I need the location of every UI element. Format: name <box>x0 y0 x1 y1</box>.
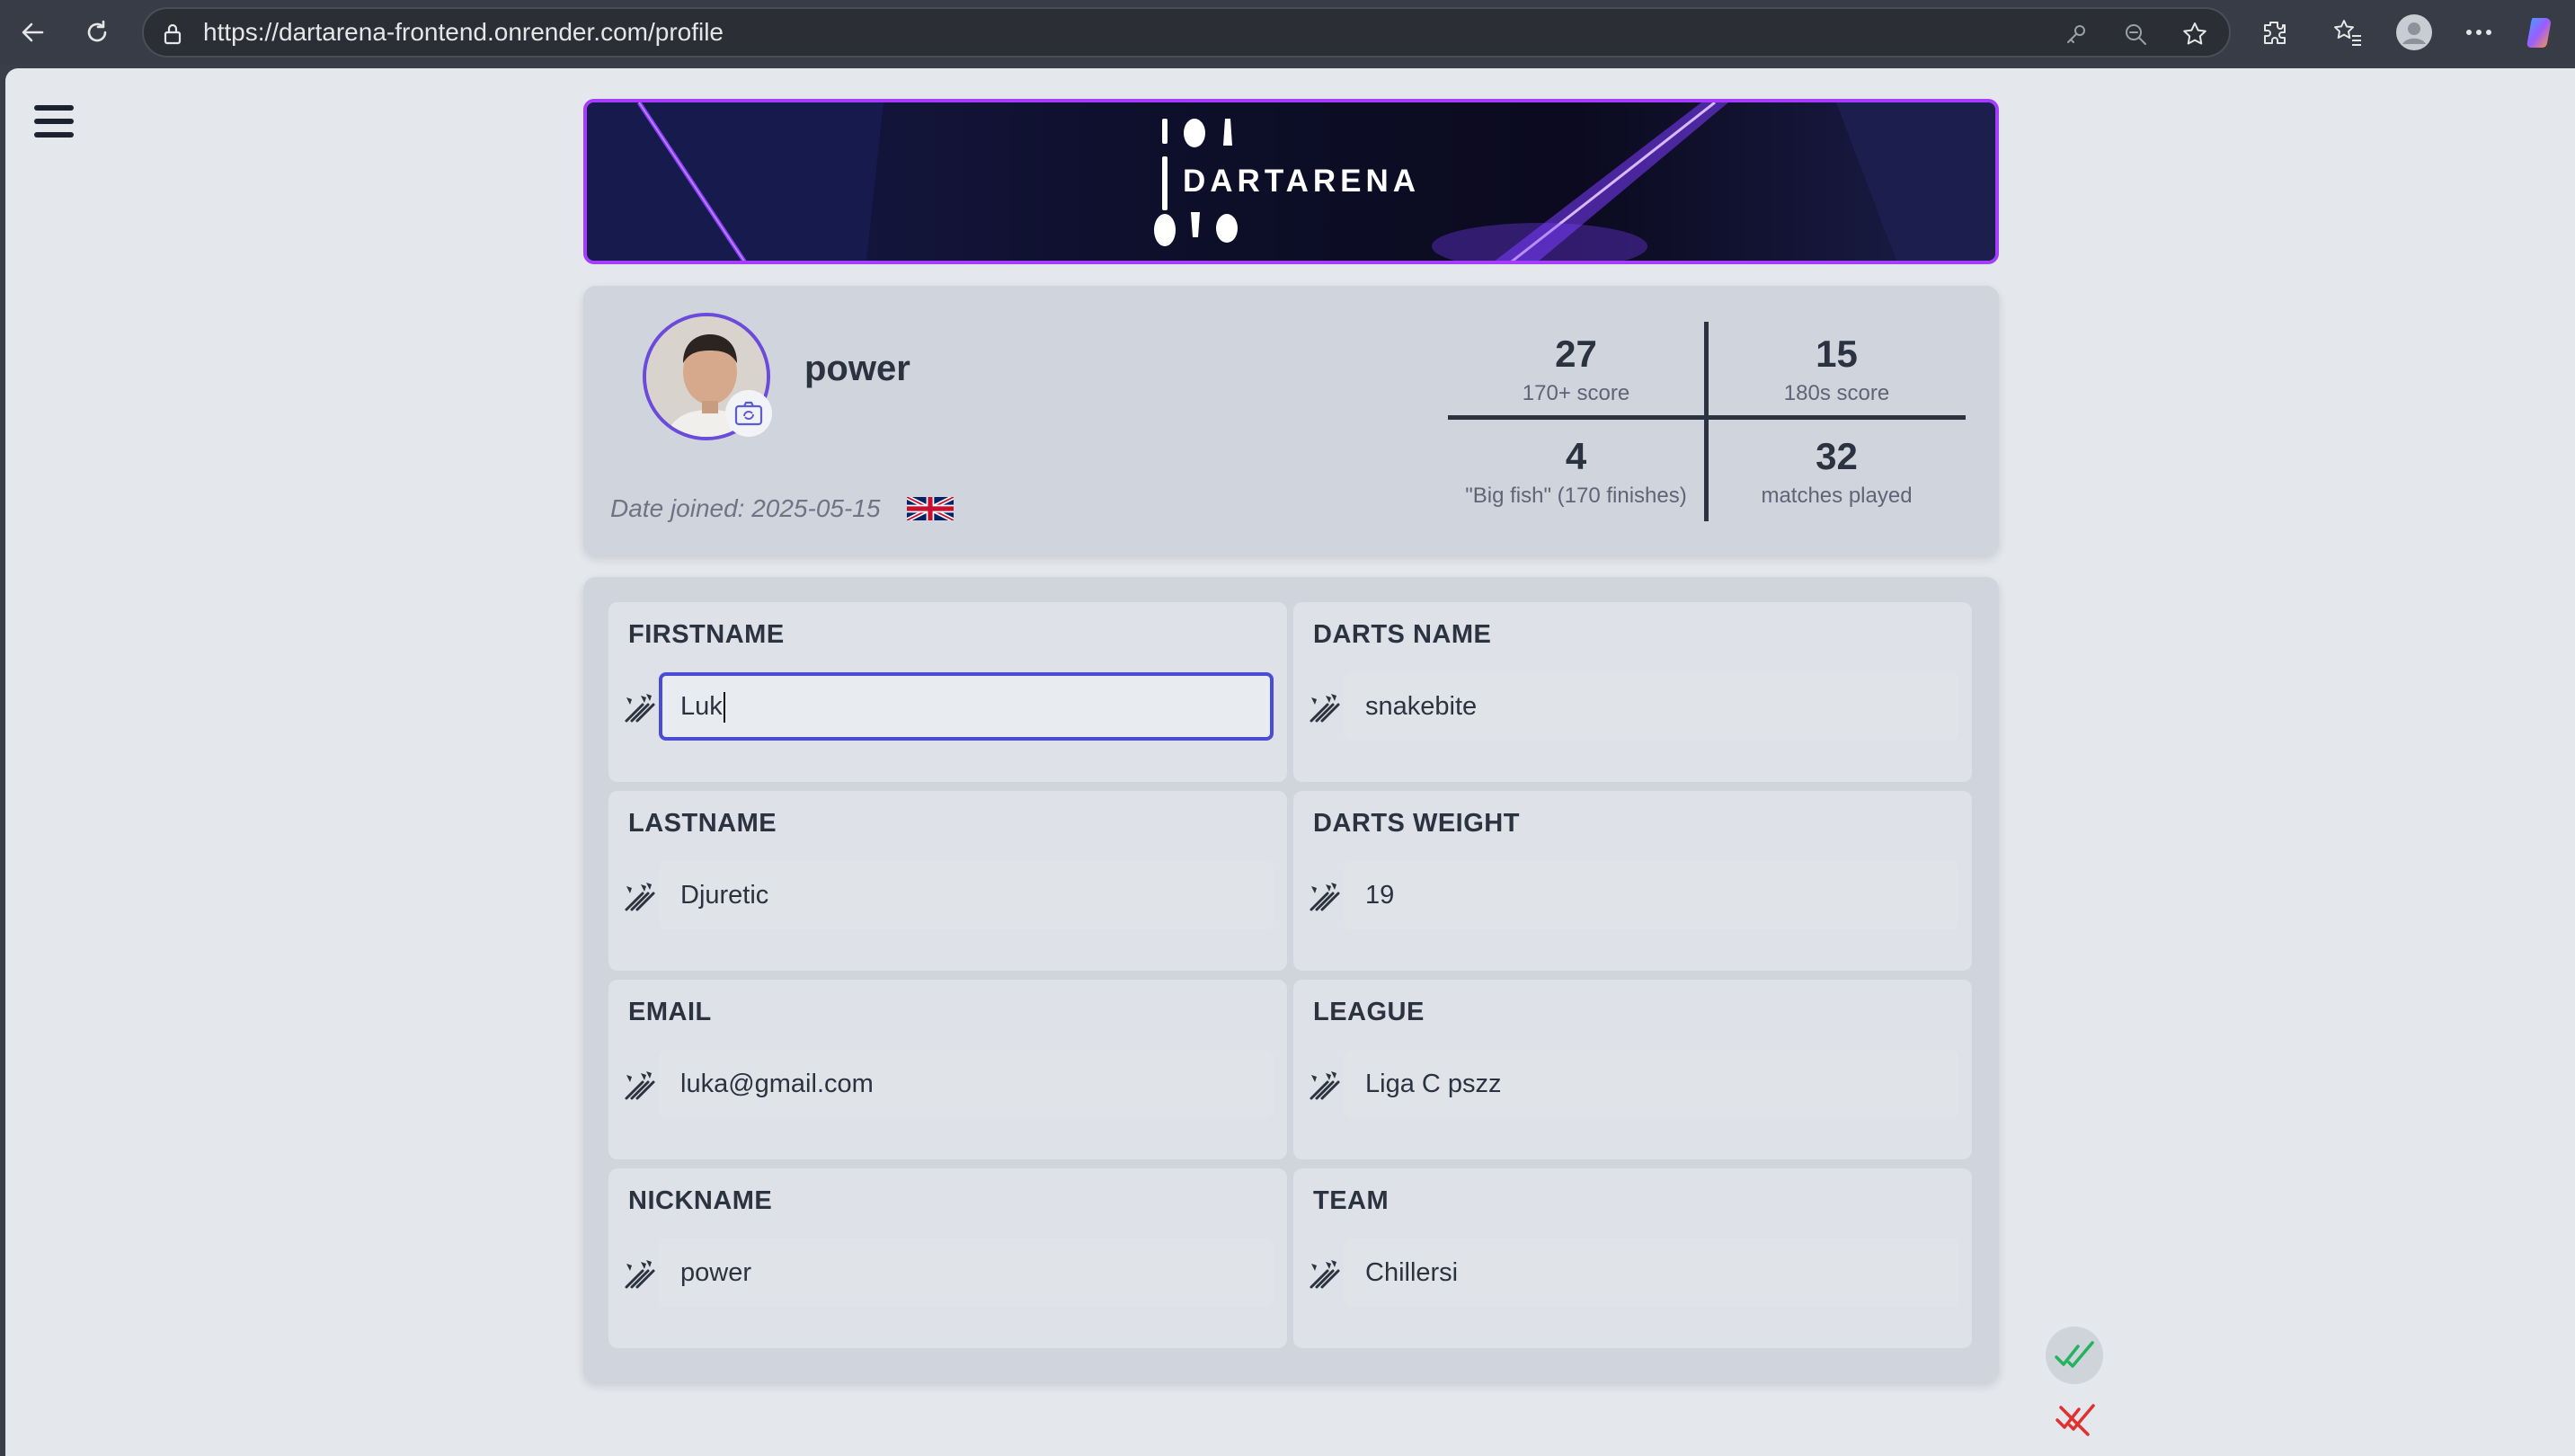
stat-label: matches played <box>1761 484 1913 508</box>
key-icon[interactable] <box>2060 18 2092 50</box>
menu-icon[interactable] <box>34 95 86 147</box>
stat-value: 27 <box>1555 333 1597 375</box>
page-content: DARTARENA power Date joined: 2025-05-15 <box>5 68 2575 1456</box>
dartarena-banner: DARTARENA <box>583 99 1999 264</box>
stat-label: 180s score <box>1783 381 1890 405</box>
field-label: LASTNAME <box>628 809 777 838</box>
zoom-out-icon[interactable] <box>2119 18 2152 50</box>
field-firstname: FIRSTNAME Luk <box>608 602 1287 782</box>
stat-label: 170+ score <box>1522 381 1630 405</box>
copilot-icon[interactable] <box>2522 13 2562 52</box>
nickname-input[interactable]: power <box>659 1238 1274 1307</box>
lastname-input[interactable]: Djuretic <box>659 861 1274 929</box>
extensions-icon[interactable] <box>2254 13 2294 52</box>
profile-card: power Date joined: 2025-05-15 27 170+ sc… <box>583 286 1999 555</box>
double-check-icon <box>2055 1341 2094 1368</box>
field-league: LEAGUE Liga C pszz <box>1293 980 1972 1159</box>
banner-title: DARTARENA <box>1183 164 1421 199</box>
refresh-icon[interactable] <box>77 13 117 52</box>
stats-divider-horizontal <box>1448 415 1966 420</box>
address-bar[interactable]: https://dartarena-frontend.onrender.com/… <box>142 7 2231 58</box>
stat-label: "Big fish" (170 finishes) <box>1465 484 1687 508</box>
field-label: TEAM <box>1313 1186 1390 1215</box>
date-joined: Date joined: 2025-05-15 <box>610 494 881 522</box>
darts-icon <box>1306 1255 1344 1292</box>
field-darts-weight: DARTS WEIGHT 19 <box>1293 791 1972 971</box>
cancel-double-check-icon <box>2056 1404 2095 1436</box>
field-label: FIRSTNAME <box>628 620 785 649</box>
field-label: DARTS WEIGHT <box>1313 809 1520 838</box>
stat-value: 32 <box>1816 435 1858 477</box>
camera-rotate-icon <box>734 401 763 426</box>
field-team: TEAM Chillersi <box>1293 1168 1972 1348</box>
firstname-input[interactable]: Luk <box>659 672 1274 741</box>
field-darts-name: DARTS NAME snakebite <box>1293 602 1972 782</box>
star-icon[interactable] <box>2179 18 2211 50</box>
profile-username: power <box>804 349 910 388</box>
email-input[interactable]: luka@gmail.com <box>659 1050 1274 1118</box>
stat-value: 4 <box>1565 435 1587 477</box>
profile-form: FIRSTNAME Luk DARTS NAME snakebite LASTN… <box>583 577 1999 1382</box>
lock-icon[interactable] <box>156 18 189 50</box>
favorites-icon[interactable] <box>2328 13 2367 52</box>
field-lastname: LASTNAME Djuretic <box>608 791 1287 971</box>
field-label: EMAIL <box>628 998 712 1026</box>
stats-grid: 27 170+ score 15 180s score 4 "Big fish"… <box>1448 322 1966 521</box>
field-email: EMAIL luka@gmail.com <box>608 980 1287 1159</box>
flag-uk-icon <box>907 497 954 520</box>
profile-icon[interactable] <box>2394 13 2434 52</box>
darts-icon <box>621 1255 659 1292</box>
field-label: DARTS NAME <box>1313 620 1492 649</box>
league-input[interactable]: Liga C pszz <box>1344 1050 1958 1118</box>
darts-icon <box>1306 1066 1344 1104</box>
back-icon[interactable] <box>13 13 52 52</box>
stat-big-fish: 4 "Big fish" (170 finishes) <box>1448 435 1704 509</box>
firstname-value: Luk <box>680 692 723 721</box>
text-caret <box>723 692 725 724</box>
cancel-button[interactable] <box>2046 1395 2103 1445</box>
team-input[interactable]: Chillersi <box>1344 1238 1958 1307</box>
change-photo-button[interactable] <box>725 390 772 437</box>
url-text[interactable]: https://dartarena-frontend.onrender.com/… <box>203 9 724 56</box>
darts-icon <box>621 877 659 915</box>
save-button[interactable] <box>2046 1327 2103 1384</box>
darts-icon <box>1306 688 1344 726</box>
field-nickname: NICKNAME power <box>608 1168 1287 1348</box>
field-label: LEAGUE <box>1313 998 1425 1026</box>
darts-weight-input[interactable]: 19 <box>1344 861 1958 929</box>
browser-toolbar: https://dartarena-frontend.onrender.com/… <box>0 0 2575 65</box>
more-icon[interactable] <box>2459 13 2499 52</box>
darts-icon <box>1306 877 1344 915</box>
darts-icon <box>621 688 659 726</box>
stat-matches-played: 32 matches played <box>1709 435 1965 509</box>
field-label: NICKNAME <box>628 1186 773 1215</box>
stat-value: 15 <box>1816 333 1858 375</box>
stat-180s: 15 180s score <box>1709 333 1965 406</box>
darts-icon <box>621 1066 659 1104</box>
darts-name-input[interactable]: snakebite <box>1344 672 1958 741</box>
stat-170-plus: 27 170+ score <box>1448 333 1704 406</box>
